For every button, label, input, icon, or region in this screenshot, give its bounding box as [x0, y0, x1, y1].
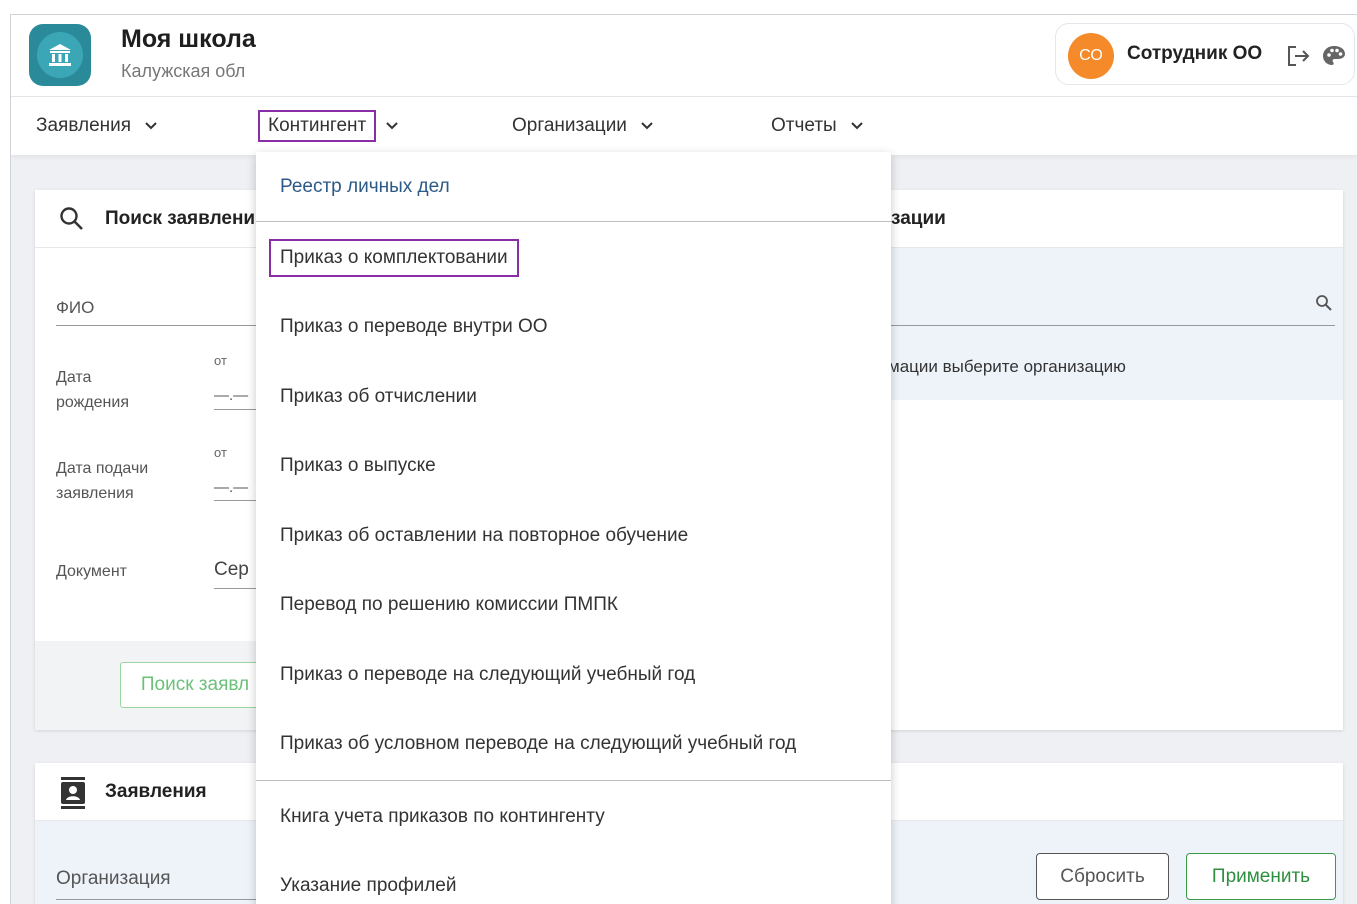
chevron-down-icon [386, 122, 398, 130]
apply-button[interactable]: Применить [1186, 853, 1336, 900]
document-label: Документ [56, 563, 127, 580]
menu-item-next-year-transfer-order[interactable]: Приказ о переводе на следующий учебный г… [256, 640, 891, 709]
menu-item-label: Приказ об оставлении на повторное обучен… [280, 524, 689, 546]
menu-item-conditional-transfer-order[interactable]: Приказ об условном переводе на следующий… [256, 709, 891, 778]
org-hint: мации выберите организацию [888, 357, 1126, 376]
menu-item-pmpk-transfer[interactable]: Перевод по решению комиссии ПМПК [256, 570, 891, 639]
menu-item-staffing-order[interactable]: Приказ о комплектовании [256, 223, 891, 292]
submit-date-label-line1: Дата подачи [56, 460, 149, 477]
nav-label: Заявления [36, 115, 132, 136]
org-search-input[interactable] [891, 325, 1335, 326]
nav-item-contingent[interactable]: Контингент [258, 97, 398, 155]
menu-divider [256, 221, 891, 222]
contact-card-icon [61, 777, 85, 809]
nav-label: Организации [512, 115, 627, 136]
contingent-dropdown-menu: Реестр личных дел Приказ о комплектовани… [256, 152, 891, 904]
menu-item-repeat-year-order[interactable]: Приказ об оставлении на повторное обучен… [256, 501, 891, 570]
menu-item-label: Реестр личных дел [280, 175, 450, 197]
app-region: Калужская обл [121, 61, 246, 81]
header: Моя школа Калужская обл СО Сотрудник ОО [11, 15, 1357, 97]
menu-item-label: Приказ о переводе внутри ОО [280, 315, 548, 337]
search-applications-button[interactable]: Поиск заявл [120, 662, 270, 708]
from-label: от [214, 353, 227, 368]
birth-date-from[interactable]: —.— [214, 383, 248, 408]
menu-item-label: Приказ о выпуске [280, 454, 436, 476]
app-logo[interactable] [29, 24, 91, 86]
nav-item-applications[interactable]: Заявления [36, 97, 157, 155]
user-name[interactable]: Сотрудник ОО [1127, 43, 1262, 65]
organization-label: Организация [56, 868, 171, 889]
menu-divider [256, 780, 891, 781]
nav-item-reports[interactable]: Отчеты [771, 97, 863, 155]
from-label: от [214, 445, 227, 460]
menu-item-personal-files-registry[interactable]: Реестр личных дел [256, 152, 891, 221]
app-frame: Моя школа Калужская обл СО Сотрудник ОО [10, 14, 1357, 904]
logout-icon[interactable] [1286, 44, 1312, 68]
birth-date-underline [214, 409, 256, 410]
bank-icon [37, 32, 83, 78]
birth-date-label-line1: Дата [56, 369, 92, 386]
applications-card-title: Заявления [105, 780, 207, 802]
search-icon [60, 207, 83, 230]
submit-date-label-line2: заявления [56, 485, 134, 502]
menu-item-label: Перевод по решению комиссии ПМПК [280, 593, 618, 615]
chevron-down-icon [850, 122, 863, 130]
main-nav: Заявления Контингент Организации Отчеты [11, 97, 1357, 155]
menu-item-label: Книга учета приказов по контингенту [280, 805, 605, 827]
menu-item-graduation-order[interactable]: Приказ о выпуске [256, 431, 891, 500]
nav-label: Контингент [258, 110, 377, 142]
reset-button[interactable]: Сбросить [1036, 853, 1169, 900]
menu-item-internal-transfer-order[interactable]: Приказ о переводе внутри ОО [256, 292, 891, 361]
app-title: Моя школа [121, 25, 256, 53]
nav-label: Отчеты [771, 115, 837, 136]
search-icon[interactable] [1315, 294, 1333, 312]
fio-input[interactable] [56, 325, 256, 326]
menu-item-expulsion-order[interactable]: Приказ об отчислении [256, 362, 891, 431]
submit-date-underline [214, 500, 256, 501]
document-series-input[interactable]: Сер [214, 557, 249, 582]
birth-date-label-line2: рождения [56, 394, 129, 411]
submit-date-from[interactable]: —.— [214, 475, 248, 500]
chevron-down-icon [641, 122, 653, 130]
organization-input[interactable] [56, 899, 256, 900]
org-card-title: зации [891, 207, 946, 229]
menu-item-label: Приказ о комплектовании [269, 238, 519, 277]
chevron-down-icon [145, 122, 157, 130]
user-menu[interactable]: СО Сотрудник ОО [1055, 23, 1355, 85]
menu-item-profiles[interactable]: Указание профилей [256, 851, 891, 904]
menu-item-label: Указание профилей [280, 874, 457, 896]
menu-item-label: Приказ об условном переводе на следующий… [280, 732, 797, 754]
nav-item-organizations[interactable]: Организации [512, 97, 653, 155]
menu-item-label: Приказ о переводе на следующий учебный г… [280, 663, 696, 685]
document-underline [214, 588, 256, 589]
menu-item-label: Приказ об отчислении [280, 385, 477, 407]
fio-label: ФИО [56, 298, 95, 317]
palette-icon[interactable] [1321, 44, 1347, 68]
avatar[interactable]: СО [1068, 33, 1114, 79]
search-card-title: Поиск заявлени [105, 207, 256, 229]
menu-item-orders-book[interactable]: Книга учета приказов по контингенту [256, 782, 891, 851]
